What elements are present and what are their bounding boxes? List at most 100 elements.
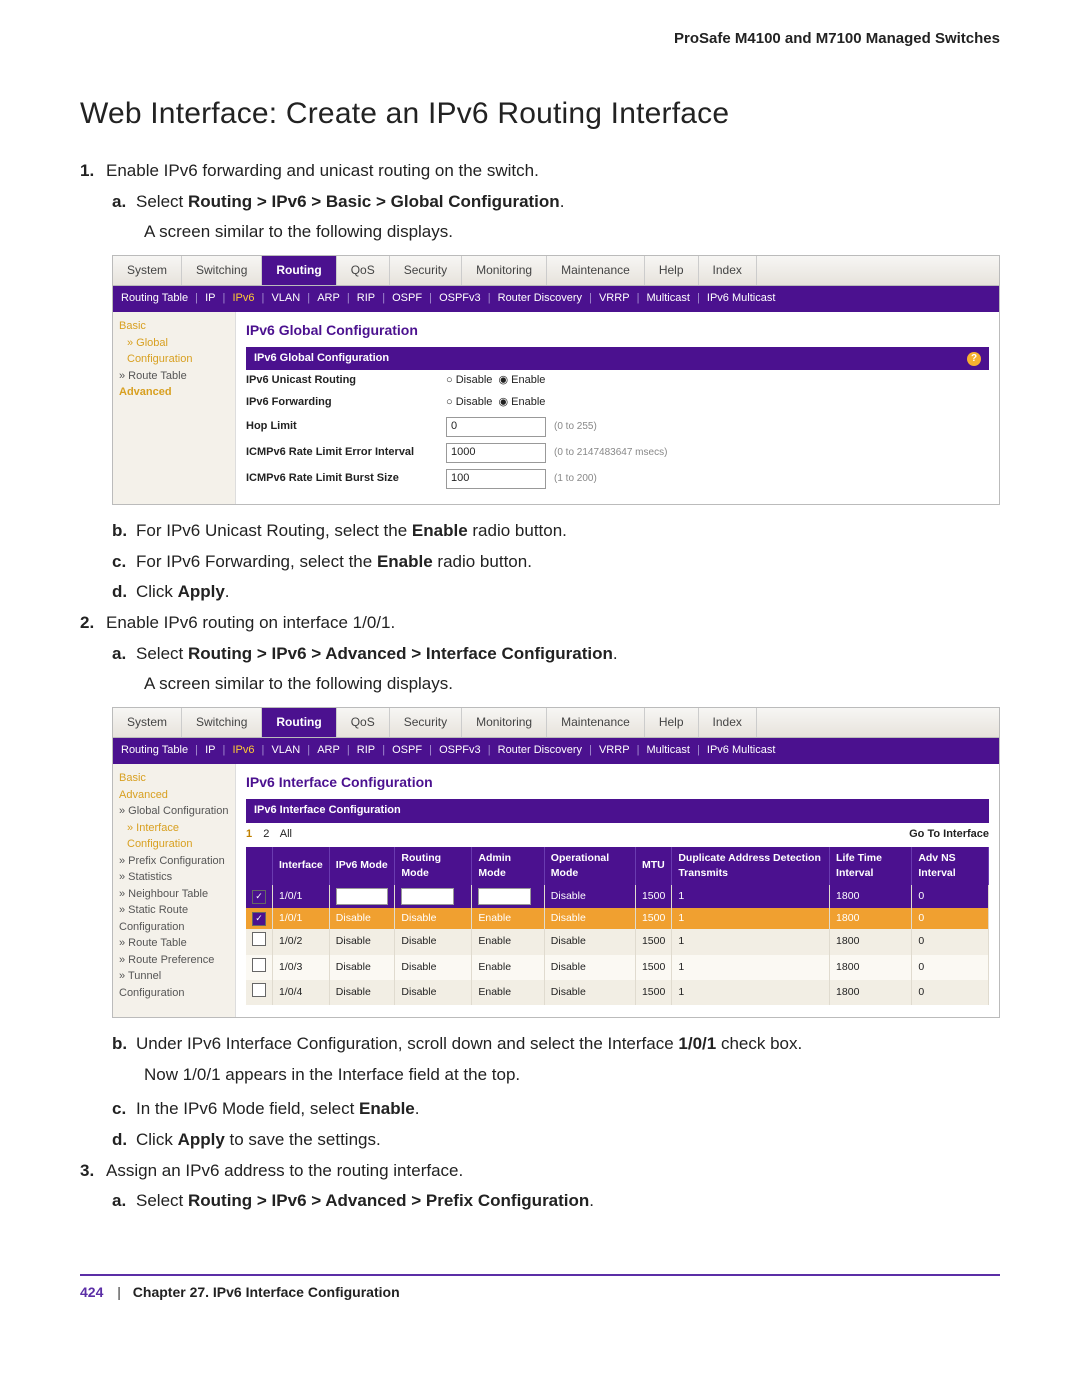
tab-maintenance[interactable]: Maintenance xyxy=(547,708,645,737)
dropdown[interactable]: Enable▼ xyxy=(478,888,531,905)
help-icon[interactable]: ? xyxy=(967,352,981,366)
tab-system[interactable]: System xyxy=(113,708,182,737)
radio-enable[interactable]: ◉ Enable xyxy=(499,396,552,408)
subtab-ip[interactable]: IP xyxy=(205,292,215,304)
row-checkbox[interactable] xyxy=(252,958,266,972)
tab-index[interactable]: Index xyxy=(699,708,757,737)
cell: Enable▼ xyxy=(472,885,544,908)
text-input[interactable]: 1000 xyxy=(446,443,546,463)
text-input[interactable]: 0 xyxy=(446,417,546,437)
tab-monitoring[interactable]: Monitoring xyxy=(462,708,547,737)
col-header xyxy=(246,847,273,885)
cell: Disable xyxy=(544,885,635,908)
table-row[interactable]: 1/0/2DisableDisableEnableDisable15001180… xyxy=(246,929,989,954)
cell: 1500 xyxy=(635,980,671,1005)
subtab-rip[interactable]: RIP xyxy=(357,292,375,304)
sidebar-item[interactable]: » Interface Configuration xyxy=(119,820,229,853)
cell: 0 xyxy=(912,980,989,1005)
subtab-vlan[interactable]: VLAN xyxy=(271,744,300,756)
subtab-rip[interactable]: RIP xyxy=(357,744,375,756)
subtab-multicast[interactable]: Multicast xyxy=(647,744,690,756)
tab-routing[interactable]: Routing xyxy=(262,256,336,285)
path-bold: Routing > IPv6 > Advanced > Prefix Confi… xyxy=(188,1191,589,1210)
sidebar-item[interactable]: » Prefix Configuration xyxy=(119,853,229,870)
subtab-arp[interactable]: ARP xyxy=(317,744,340,756)
subtab-multicast[interactable]: Multicast xyxy=(647,292,690,304)
sidebar-item[interactable]: » Route Preference xyxy=(119,952,229,969)
radio-enable[interactable]: ◉ Enable xyxy=(499,374,552,386)
subtab-ip[interactable]: IP xyxy=(205,744,215,756)
pager-1[interactable]: 1 xyxy=(246,828,252,840)
subtab-ospf[interactable]: OSPF xyxy=(392,744,422,756)
sidebar-item[interactable]: Advanced xyxy=(119,787,229,804)
row-checkbox[interactable] xyxy=(252,932,266,946)
chevron-down-icon: ▼ xyxy=(376,891,384,903)
sidebar-item[interactable]: » Tunnel Configuration xyxy=(119,968,229,1001)
label-3a: a. xyxy=(112,1189,136,1214)
subtab-vrrp[interactable]: VRRP xyxy=(599,744,630,756)
cell: 1 xyxy=(672,929,830,954)
subtab-ipv6-multicast[interactable]: IPv6 Multicast xyxy=(707,292,775,304)
step-2: 2.Enable IPv6 routing on interface 1/0/1… xyxy=(80,611,1000,1153)
subtab-router-discovery[interactable]: Router Discovery xyxy=(498,292,582,304)
tab-switching[interactable]: Switching xyxy=(182,708,262,737)
table-row[interactable]: 1/0/1DisableDisableEnableDisable15001180… xyxy=(246,908,989,929)
tab-maintenance[interactable]: Maintenance xyxy=(547,256,645,285)
tab-index[interactable]: Index xyxy=(699,256,757,285)
sidebar-item[interactable]: Basic xyxy=(119,770,229,787)
tab-switching[interactable]: Switching xyxy=(182,256,262,285)
subtab-ospfv3[interactable]: OSPFv3 xyxy=(439,292,481,304)
radio-disable[interactable]: ○ Disable xyxy=(446,374,499,386)
radio-disable[interactable]: ○ Disable xyxy=(446,396,499,408)
field-hint: (0 to 2147483647 msecs) xyxy=(554,447,667,458)
txt: Select xyxy=(136,1191,188,1210)
sidebar-advanced[interactable]: Advanced xyxy=(119,384,229,401)
dropdown[interactable]: Enable▼ xyxy=(401,888,454,905)
subtab-ipv6-multicast[interactable]: IPv6 Multicast xyxy=(707,744,775,756)
pager-all[interactable]: All xyxy=(280,828,292,840)
subtab-routing-table[interactable]: Routing Table xyxy=(121,744,188,756)
tab-help[interactable]: Help xyxy=(645,256,699,285)
subtab-vlan[interactable]: VLAN xyxy=(271,292,300,304)
sidebar-item[interactable]: » Route Table xyxy=(119,935,229,952)
subtab-ospfv3[interactable]: OSPFv3 xyxy=(439,744,481,756)
tab-monitoring[interactable]: Monitoring xyxy=(462,256,547,285)
sidebar-item[interactable]: » Static Route Configuration xyxy=(119,902,229,935)
dropdown[interactable]: Enable▼ xyxy=(336,888,389,905)
subtab-ipv6[interactable]: IPv6 xyxy=(232,292,254,304)
tab-security[interactable]: Security xyxy=(390,256,462,285)
sidebar-item[interactable]: » Global Configuration xyxy=(119,803,229,820)
pager-2[interactable]: 2 xyxy=(263,828,269,840)
tab-system[interactable]: System xyxy=(113,256,182,285)
tab-help[interactable]: Help xyxy=(645,708,699,737)
tab-routing[interactable]: Routing xyxy=(262,708,336,737)
step-2b: b.Under IPv6 Interface Configuration, sc… xyxy=(112,1032,1000,1087)
subtab-ipv6[interactable]: IPv6 xyxy=(232,744,254,756)
section-bar: IPv6 Interface Configuration xyxy=(246,799,989,823)
subtab-vrrp[interactable]: VRRP xyxy=(599,292,630,304)
subtab-router-discovery[interactable]: Router Discovery xyxy=(498,744,582,756)
tab-security[interactable]: Security xyxy=(390,708,462,737)
sidebar-basic[interactable]: Basic xyxy=(119,318,229,335)
row-checkbox[interactable] xyxy=(252,890,266,904)
subtab-ospf[interactable]: OSPF xyxy=(392,292,422,304)
row-checkbox[interactable] xyxy=(252,983,266,997)
goto-interface[interactable]: Go To Interface xyxy=(909,827,989,843)
step-1c: c.For IPv6 Forwarding, select the Enable… xyxy=(112,550,1000,575)
row-checkbox[interactable] xyxy=(252,912,266,926)
table-row[interactable]: 1/0/1Enable▼Enable▼Enable▼Disable1500118… xyxy=(246,885,989,908)
txt: . xyxy=(415,1099,420,1118)
table-row[interactable]: 1/0/3DisableDisableEnableDisable15001180… xyxy=(246,955,989,980)
tab-qos[interactable]: QoS xyxy=(337,256,390,285)
cell: 0 xyxy=(912,955,989,980)
table-row[interactable]: 1/0/4DisableDisableEnableDisable15001180… xyxy=(246,980,989,1005)
tab-qos[interactable]: QoS xyxy=(337,708,390,737)
text-input[interactable]: 100 xyxy=(446,469,546,489)
sidebar-item[interactable]: » Neighbour Table xyxy=(119,886,229,903)
sidebar-item[interactable]: » Statistics xyxy=(119,869,229,886)
ui-global-config: SystemSwitchingRoutingQoSSecurityMonitor… xyxy=(112,255,1000,505)
subtab-routing-table[interactable]: Routing Table xyxy=(121,292,188,304)
sidebar-global-config[interactable]: » Global Configuration xyxy=(119,335,229,368)
subtab-arp[interactable]: ARP xyxy=(317,292,340,304)
sidebar-route-table[interactable]: » Route Table xyxy=(119,368,229,385)
